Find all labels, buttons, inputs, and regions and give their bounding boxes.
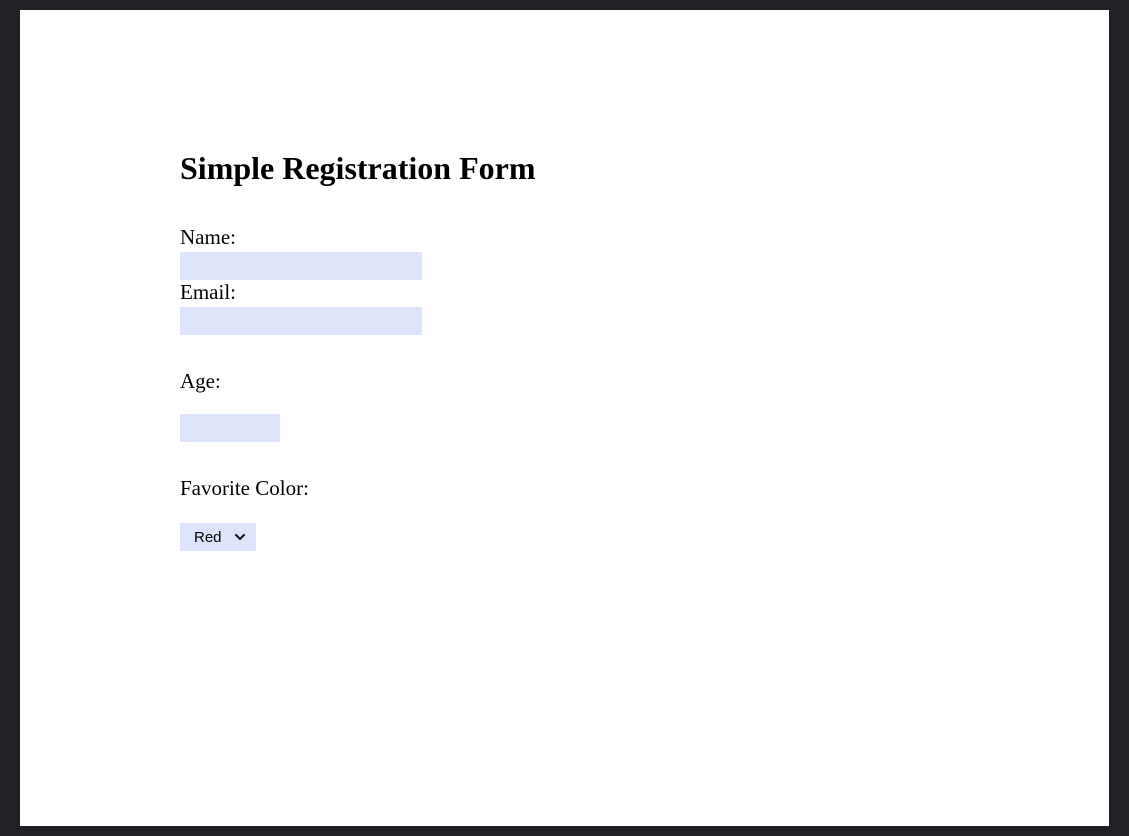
name-input[interactable] (180, 252, 422, 280)
chevron-down-icon (232, 529, 248, 545)
age-label: Age: (180, 369, 969, 394)
color-select[interactable]: Red (180, 523, 256, 551)
color-field-group: Favorite Color: Red (180, 476, 969, 551)
email-field-group: Email: (180, 280, 969, 335)
email-input[interactable] (180, 307, 422, 335)
color-selected-value: Red (194, 529, 222, 546)
name-label: Name: (180, 225, 969, 250)
age-field-group: Age: (180, 369, 969, 442)
color-label: Favorite Color: (180, 476, 969, 501)
form-title: Simple Registration Form (180, 150, 969, 187)
age-input[interactable] (180, 414, 280, 442)
page-document: Simple Registration Form Name: Email: Ag… (20, 10, 1109, 826)
email-label: Email: (180, 280, 969, 305)
name-field-group: Name: (180, 225, 969, 280)
